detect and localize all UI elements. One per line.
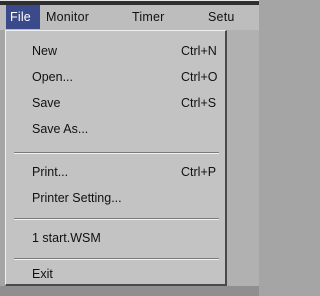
shortcut-new: Ctrl+N	[181, 44, 217, 58]
menu-item-new[interactable]: New	[32, 44, 57, 58]
menu-setup[interactable]: Setu	[208, 5, 235, 29]
menu-item-recent-file[interactable]: 1 start.WSM	[32, 231, 101, 245]
menu-item-save-as[interactable]: Save As...	[32, 122, 88, 136]
menu-bar: File Monitor Timer Setu	[0, 0, 259, 30]
file-dropdown-menu: New Ctrl+N Open... Ctrl+O Save Ctrl+S Sa…	[5, 30, 227, 286]
menu-monitor[interactable]: Monitor	[46, 5, 89, 29]
background-area	[227, 30, 259, 286]
shortcut-save: Ctrl+S	[181, 96, 217, 110]
menu-separator	[14, 258, 219, 260]
shortcut-open: Ctrl+O	[181, 70, 218, 84]
shortcut-print: Ctrl+P	[181, 165, 217, 179]
menu-item-save[interactable]: Save	[32, 96, 61, 110]
menu-item-open[interactable]: Open...	[32, 70, 73, 84]
menu-item-exit[interactable]: Exit	[32, 267, 53, 281]
menu-timer[interactable]: Timer	[132, 5, 164, 29]
window-bottom-edge	[0, 286, 259, 296]
menu-item-print[interactable]: Print...	[32, 165, 68, 179]
menu-separator	[14, 218, 219, 220]
menu-item-printer-setting[interactable]: Printer Setting...	[32, 191, 122, 205]
menu-file[interactable]: File	[6, 5, 40, 29]
menu-separator	[14, 152, 219, 154]
